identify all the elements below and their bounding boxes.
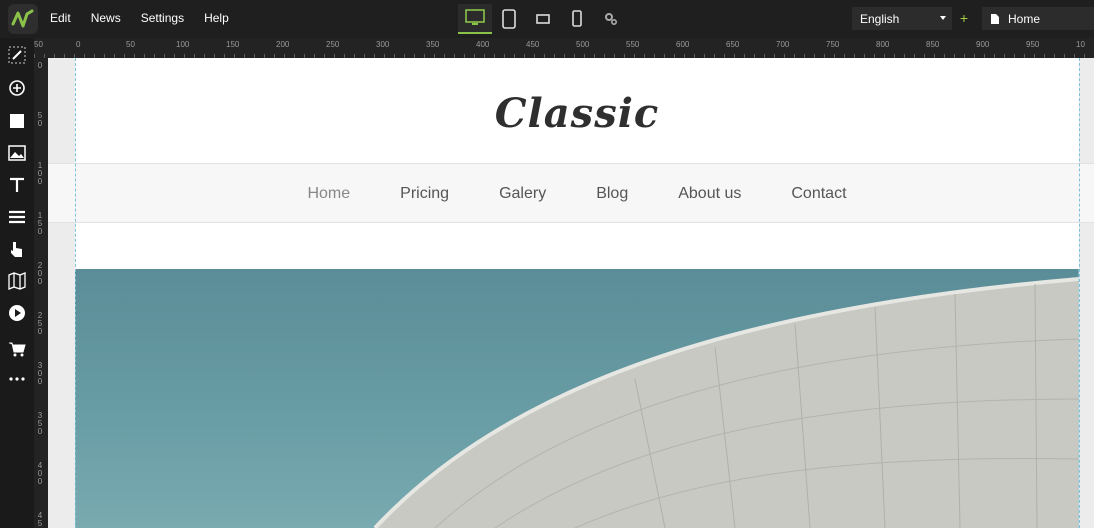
map-tool-icon[interactable] [4, 268, 30, 294]
tablet-landscape-view-button[interactable] [526, 4, 560, 34]
ruler-top-label: 700 [776, 40, 790, 49]
ruler-top-label: 150 [226, 40, 240, 49]
main-menu: Edit News Settings Help [50, 0, 249, 36]
ruler-left-label: 0 [37, 62, 43, 70]
editor-canvas[interactable]: Classic Home Pricing Galery Blog About u… [48, 58, 1094, 528]
ruler-left-digit: 0 [37, 61, 43, 70]
vertical-ruler: 05010015020025030035040045 [34, 58, 48, 528]
add-language-icon[interactable]: + [955, 8, 973, 28]
ruler-top-label: 50 [34, 40, 43, 49]
menu-help[interactable]: Help [204, 11, 229, 25]
ruler-top-label: 100 [176, 40, 190, 49]
top-menu-bar: Edit News Settings Help English + Home [0, 0, 1094, 38]
language-select[interactable]: English [852, 7, 952, 30]
tablet-view-button[interactable] [492, 4, 526, 34]
site-navbar[interactable]: Home Pricing Galery Blog About us Contac… [48, 163, 1094, 223]
site-title[interactable]: Classic [75, 90, 1079, 137]
editor-app: Edit News Settings Help English + Home 5… [0, 0, 1094, 528]
left-guide-line [75, 58, 76, 528]
page-select-value: Home [1008, 11, 1041, 26]
button-tool-icon[interactable] [4, 236, 30, 262]
ruler-left-digit: 0 [37, 119, 43, 128]
document-icon [991, 13, 999, 24]
app-logo-icon[interactable] [8, 4, 38, 34]
nav-link-pricing[interactable]: Pricing [400, 185, 449, 203]
desktop-icon [465, 9, 485, 25]
ruler-top-label: 950 [1026, 40, 1040, 49]
phone-icon [572, 10, 582, 27]
ruler-left-label: 400 [37, 462, 43, 486]
ruler-left-digit: 0 [37, 177, 43, 186]
nav-link-contact[interactable]: Contact [791, 185, 846, 203]
gears-icon [605, 13, 618, 26]
ruler-top-label: 850 [926, 40, 940, 49]
device-settings-button[interactable] [594, 4, 628, 34]
website-page[interactable]: Classic Home Pricing Galery Blog About u… [48, 58, 1094, 528]
ruler-left-label: 100 [37, 162, 43, 186]
ruler-left-label: 200 [37, 262, 43, 286]
language-select-value: English [860, 11, 900, 26]
menu-news[interactable]: News [91, 11, 121, 25]
ruler-left-digit: 0 [37, 377, 43, 386]
page-select[interactable]: Home [982, 7, 1094, 30]
shop-tool-icon[interactable] [4, 336, 30, 362]
ruler-left-label: 50 [37, 112, 43, 128]
chevron-down-icon [940, 16, 946, 20]
hero-image[interactable] [75, 269, 1079, 528]
menu-edit[interactable]: Edit [50, 11, 71, 25]
nav-link-about-us[interactable]: About us [678, 185, 741, 203]
ruler-top-label: 550 [626, 40, 640, 49]
text-tool-icon[interactable] [4, 172, 30, 198]
ruler-top-label: 650 [726, 40, 740, 49]
ruler-top-label: 350 [426, 40, 440, 49]
ruler-top-label: 10 [1076, 40, 1085, 49]
ruler-top-label: 50 [126, 40, 135, 49]
horizontal-ruler: 50 0 50 100 150 200 250 300 350 400 450 500 550 600 65… [34, 38, 1094, 58]
menu-tool-icon[interactable] [4, 204, 30, 230]
ruler-left-digit: 0 [37, 227, 43, 236]
nav-link-home[interactable]: Home [307, 185, 350, 203]
ruler-top-label: 400 [476, 40, 490, 49]
ruler-top-label: 450 [526, 40, 540, 49]
ruler-top-label: 750 [826, 40, 840, 49]
ruler-left-digit: 5 [37, 519, 43, 528]
nav-link-blog[interactable]: Blog [596, 185, 628, 203]
architecture-photo [373, 269, 1079, 528]
ruler-top-label: 500 [576, 40, 590, 49]
box-tool-icon[interactable] [4, 108, 30, 134]
more-tools-icon[interactable] [4, 366, 30, 392]
ruler-top-label: 800 [876, 40, 890, 49]
ruler-top-label: 250 [326, 40, 340, 49]
ruler-top-label: 600 [676, 40, 690, 49]
ruler-top-label: 300 [376, 40, 390, 49]
site-nav-links: Home Pricing Galery Blog About us Contac… [75, 164, 1079, 224]
video-tool-icon[interactable] [4, 300, 30, 326]
tool-sidebar [0, 38, 34, 528]
ruler-left-digit: 0 [37, 327, 43, 336]
ruler-left-label: 350 [37, 412, 43, 436]
tablet-landscape-icon [536, 14, 550, 24]
ruler-top-label: 200 [276, 40, 290, 49]
ruler-left-label: 45 [37, 512, 43, 528]
menu-settings[interactable]: Settings [141, 11, 184, 25]
ruler-left-label: 300 [37, 362, 43, 386]
image-tool-icon[interactable] [4, 140, 30, 166]
desktop-view-button[interactable] [458, 4, 492, 34]
ruler-top-label: 0 [76, 40, 81, 49]
device-preview-switcher [458, 4, 628, 34]
ruler-left-label: 150 [37, 212, 43, 236]
nav-link-galery[interactable]: Galery [499, 185, 546, 203]
ruler-top-label: 900 [976, 40, 990, 49]
right-guide-line [1079, 58, 1080, 528]
ruler-left-digit: 0 [37, 477, 43, 486]
move-tool-icon[interactable] [4, 42, 30, 68]
ruler-left-digit: 0 [37, 427, 43, 436]
add-element-icon[interactable] [4, 75, 30, 101]
ruler-left-label: 250 [37, 312, 43, 336]
ruler-left-digit: 0 [37, 277, 43, 286]
phone-view-button[interactable] [560, 4, 594, 34]
tablet-icon [502, 9, 516, 29]
